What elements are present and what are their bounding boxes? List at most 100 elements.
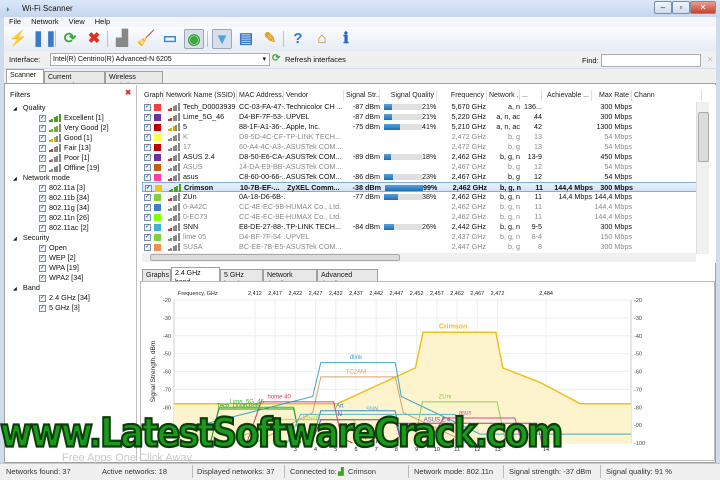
filter-group-band[interactable]: ◢ Band (13, 283, 40, 293)
table-row[interactable]: ✓ lime 05 D4-BF-7F-54-... UPVEL 2,437 GHz b, … (142, 232, 697, 242)
table-row[interactable]: ✓ Tech_D0003939 CC-03-FA-47-... Technicolor… (142, 102, 697, 112)
filter-item[interactable]: ✓ Excellent [1] (39, 113, 104, 123)
filter-checkbox[interactable]: ✓ (39, 144, 46, 152)
column-header[interactable]: MAC Address... (237, 90, 284, 101)
table-row[interactable]: ✓ ASUS 2.4 D8-50-E6-CA-... ASUSTek COM... -8… (142, 152, 697, 162)
minimize-button[interactable]: – (654, 1, 672, 14)
refresh-button[interactable]: ⟳ (60, 29, 80, 49)
remove-signal-button[interactable]: ▟ (112, 29, 132, 49)
filter-checkbox[interactable]: ✓ (39, 114, 46, 122)
graph-checkbox[interactable]: ✓ (144, 153, 151, 161)
filter-item[interactable]: ✓ 802.11g [34] (39, 203, 89, 213)
filter-checkbox[interactable]: ✓ (39, 154, 46, 162)
graph-checkbox[interactable]: ✓ (144, 133, 151, 141)
column-header[interactable]: ... (520, 90, 542, 101)
graph-checkbox[interactable]: ✓ (144, 213, 151, 221)
table-row[interactable]: ✓ 5 88-1F-A1-36-... Apple, Inc. -75 dBm 5,210… (142, 122, 697, 132)
filter-item[interactable]: ✓ Offline [19] (39, 163, 99, 173)
table-row[interactable]: ✓ 0-A42C CC-4E-EC-9B-...HUMAX Co., Ltd. 2,4… (142, 202, 697, 212)
interface-select[interactable]: Intel(R) Centrino(R) Advanced-N 6205 ▾ (50, 53, 270, 66)
find-input[interactable] (601, 54, 701, 67)
graph-checkbox[interactable]: ✓ (144, 243, 151, 251)
graph-checkbox[interactable]: ✓ (144, 143, 151, 151)
filter-item[interactable]: ✓ 802.11b [34] (39, 193, 89, 203)
help-button[interactable]: ? (288, 29, 308, 49)
refresh-interfaces-link[interactable]: Refresh interfaces (285, 55, 346, 64)
expand-icon[interactable]: ◢ (13, 106, 17, 112)
column-header[interactable]: Achievable ... (542, 90, 592, 101)
filter-item[interactable]: ✓ 802.11a [3] (39, 183, 85, 193)
graph-checkbox[interactable]: ✓ (144, 163, 151, 171)
graph-checkbox[interactable]: ✓ (145, 184, 152, 192)
filter-checkbox[interactable]: ✓ (39, 194, 46, 202)
filter-item[interactable]: ✓ Good [1] (39, 133, 92, 143)
filter-item[interactable]: ✓ WPA2 [34] (39, 273, 83, 283)
graph-checkbox[interactable]: ✓ (144, 223, 151, 231)
filter-item[interactable]: ✓ Poor [1] (39, 153, 90, 163)
table-row[interactable]: ✓ 0-EC73 CC-4E-EC-9E-...HUMAX Co., Ltd. 2,4… (142, 212, 697, 222)
filter-item[interactable]: ✓ Fair [13] (39, 143, 91, 153)
horizontal-scrollbar[interactable] (142, 253, 696, 262)
tab-5-ghz-band[interactable]: 5 GHz band (220, 269, 263, 288)
filter-item[interactable]: ✓ WPA [19] (39, 263, 79, 273)
tab-wireless-statistics[interactable]: Wireless statistics (105, 71, 163, 90)
filter-checkbox[interactable]: ✓ (39, 254, 46, 262)
filter-item[interactable]: ✓ 802.11ac [2] (39, 223, 89, 233)
expand-icon[interactable]: ◢ (13, 286, 17, 292)
table-row[interactable]: ✓ ZUn 0A-18-D6-6B-... -77 dBm 2,462 GHz b, g,… (142, 192, 697, 202)
filter-checkbox[interactable]: ✓ (39, 124, 46, 132)
table-row[interactable]: ✓ SUSA BC-EE-7B-E5-...ASUSTek COM... 2,447 … (142, 242, 697, 252)
column-header[interactable]: Signal Str... (344, 90, 380, 101)
vertical-scrollbar[interactable] (696, 102, 709, 254)
menu-view[interactable]: View (69, 17, 85, 26)
clear-find-icon[interactable]: ✕ (707, 55, 713, 64)
wifi-monitor-button[interactable]: ◉ (184, 29, 204, 49)
graph-checkbox[interactable]: ✓ (144, 173, 151, 181)
filter-group-security[interactable]: ◢ Security (13, 233, 49, 243)
filter-checkbox[interactable]: ✓ (39, 264, 46, 272)
notebook-button[interactable]: ▤ (236, 29, 256, 49)
pause-button[interactable]: ❚❚ (32, 29, 57, 49)
filter-checkbox[interactable]: ✓ (39, 274, 46, 282)
filter-checkbox[interactable]: ✓ (39, 134, 46, 142)
tab-graphs[interactable]: Graphs (142, 269, 171, 281)
filter-item[interactable]: ✓ 5 GHz [3] (39, 303, 80, 313)
expand-icon[interactable]: ◢ (13, 236, 17, 242)
table-row[interactable]: ✓ Crimson 10-7B-EF-... ZyXEL Comm... -38 dBm… (142, 182, 697, 193)
menu-help[interactable]: Help (95, 17, 110, 26)
filter-item[interactable]: ✓ 2.4 GHz [34] (39, 293, 90, 303)
graph-checkbox[interactable]: ✓ (144, 103, 151, 111)
graph-checkbox[interactable]: ✓ (144, 203, 151, 211)
home-button[interactable]: ⌂ (312, 29, 332, 49)
column-header[interactable]: Chann (632, 90, 702, 101)
menu-file[interactable]: File (9, 17, 21, 26)
export-button[interactable]: ▭ (160, 29, 180, 49)
graph-checkbox[interactable]: ✓ (144, 233, 151, 241)
stop-scan-button[interactable]: ⚡ (8, 29, 28, 49)
filter-checkbox[interactable]: ✓ (39, 214, 46, 222)
delete-button[interactable]: ✖ (84, 29, 104, 49)
table-row[interactable]: ✓ Lime_5G_46 D4-BF-7F-53-... UPVEL -87 dBm 5,… (142, 112, 697, 122)
broom-button[interactable]: 🧹 (136, 29, 156, 49)
wrench-button[interactable]: ✎ (260, 29, 280, 49)
filter-group-network-mode[interactable]: ◢ Network mode (13, 173, 70, 183)
vertical-scroll-thumb[interactable] (698, 112, 709, 162)
tab-scanner[interactable]: Scanner (6, 69, 44, 83)
column-header[interactable]: Graph (142, 90, 164, 101)
column-header[interactable]: Network Name (SSID) (164, 90, 237, 101)
filter-checkbox[interactable]: ✓ (39, 224, 46, 232)
table-row[interactable]: ✓ ASUS 14-DA-E9-BB-... ASUSTek COM... 2,467 … (142, 162, 697, 172)
table-row[interactable]: ✓ 17 60-A4-4C-A3-... ASUSTek COM... 2,472 GH… (142, 142, 697, 152)
filter-group-quality[interactable]: ◢ Quality (13, 103, 46, 113)
tab-network-details[interactable]: Network details (263, 269, 317, 288)
maximize-button[interactable]: ▫ (672, 1, 690, 14)
table-row[interactable]: ✓ SNN E8-DE-27-88-... TP-LINK TECH... -84 dB… (142, 222, 697, 232)
expand-icon[interactable]: ◢ (13, 176, 17, 182)
filter-checkbox[interactable]: ✓ (39, 304, 46, 312)
column-header[interactable]: Network ... (487, 90, 520, 101)
filter-checkbox[interactable]: ✓ (39, 294, 46, 302)
column-header[interactable]: Vendor (284, 90, 344, 101)
close-filters-icon[interactable]: ✖ (125, 88, 131, 97)
filter-checkbox[interactable]: ✓ (39, 244, 46, 252)
column-header[interactable]: Signal Quality (380, 90, 437, 101)
